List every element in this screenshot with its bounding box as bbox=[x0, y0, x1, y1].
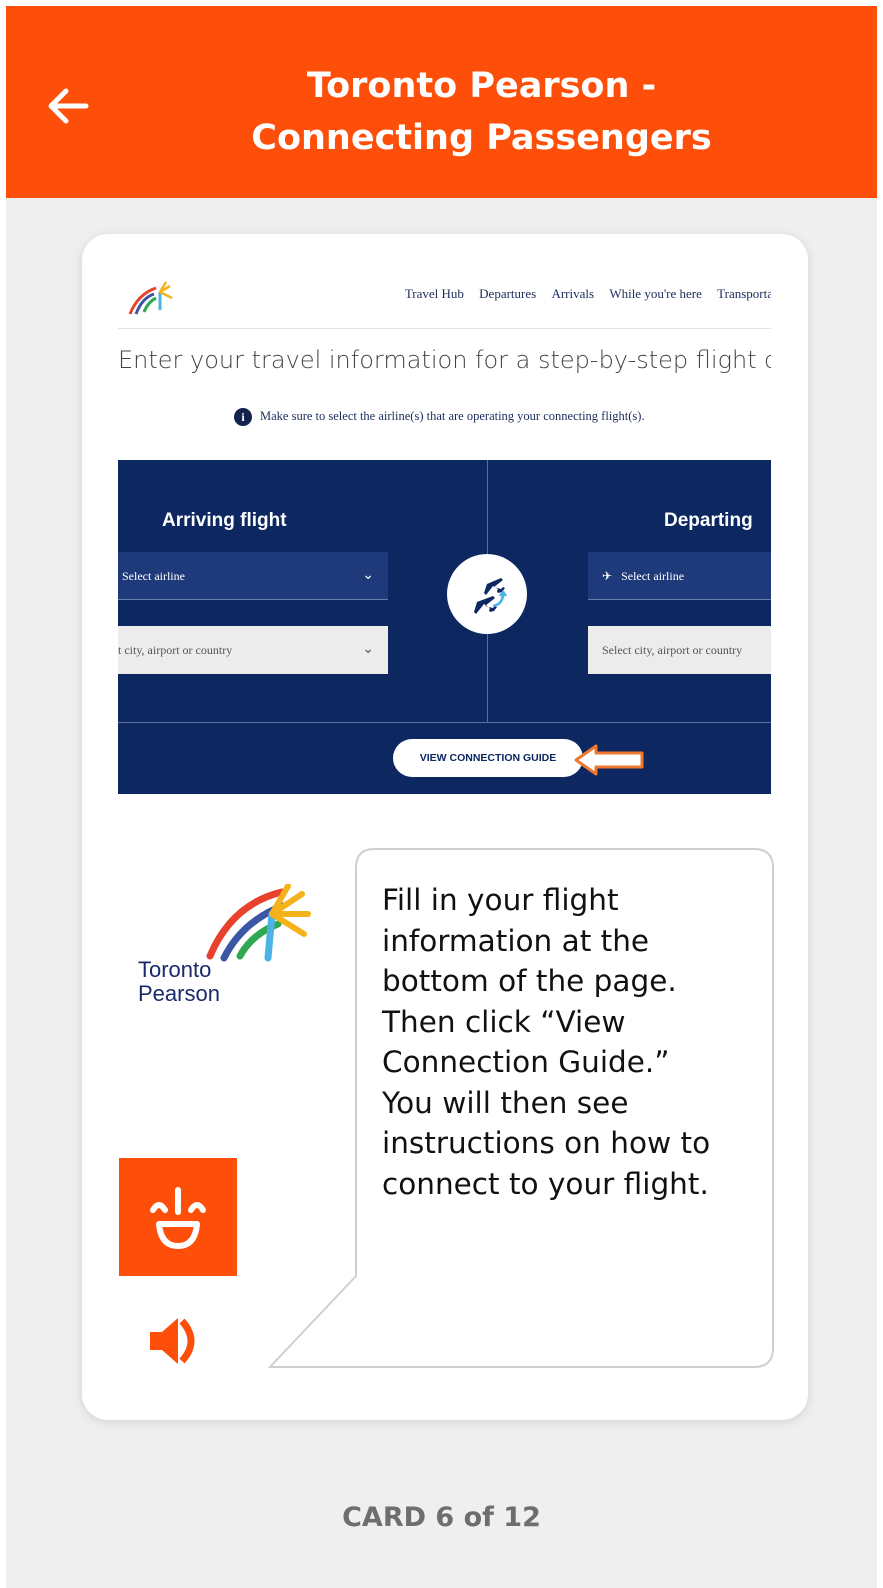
arrow-pointer-icon bbox=[574, 744, 644, 776]
connection-panel: Arriving flight Departing Select airline… bbox=[118, 460, 771, 794]
departing-city-select[interactable]: Select city, airport or country bbox=[588, 626, 771, 674]
website-screenshot: Travel Hub Departures Arrivals While you… bbox=[118, 258, 771, 800]
instruction-line: instructions on how to bbox=[382, 1126, 711, 1160]
departing-city-placeholder: Select city, airport or country bbox=[602, 643, 743, 657]
arriving-flight-title: Arriving flight bbox=[162, 510, 287, 531]
plane-icon: ✈ bbox=[602, 569, 613, 583]
pearson-logo-icon bbox=[128, 281, 173, 315]
nav-item[interactable]: Travel Hub bbox=[405, 286, 464, 301]
speaker-icon[interactable] bbox=[148, 1316, 204, 1366]
chevron-down-icon: ⌄ bbox=[362, 568, 374, 583]
instruction-line: bottom of the page. bbox=[382, 964, 677, 998]
arriving-airline-placeholder: Select airline bbox=[122, 569, 185, 583]
panel-divider-horizontal bbox=[118, 722, 771, 723]
smiling-face-button[interactable] bbox=[119, 1158, 237, 1276]
departing-airline-select[interactable]: ✈ Select airline bbox=[588, 552, 771, 600]
title-line-2: Connecting Passengers bbox=[251, 118, 712, 158]
instruction-text: Fill in your flight information at the b… bbox=[382, 880, 742, 1204]
departing-flight-title: Departing bbox=[664, 510, 753, 531]
brand-line-1: Toronto bbox=[138, 957, 212, 982]
connecting-flights-icon bbox=[447, 554, 527, 634]
brand-line-2: Pearson bbox=[138, 981, 220, 1006]
instruction-line: You will then see bbox=[382, 1085, 629, 1120]
card-counter: CARD 6 of 12 bbox=[342, 1502, 541, 1533]
app-frame: Toronto Pearson - Connecting Passengers … bbox=[6, 6, 877, 1588]
toronto-pearson-wordmark: Toronto Pearson bbox=[138, 958, 220, 1006]
view-connection-guide-button[interactable]: VIEW CONNECTION GUIDE bbox=[393, 739, 583, 777]
info-icon: i bbox=[234, 408, 252, 426]
arriving-airline-select[interactable]: Select airline ⌄ bbox=[118, 552, 388, 600]
nav-item[interactable]: While you're here bbox=[609, 286, 702, 301]
smiling-face-icon bbox=[150, 1187, 206, 1249]
divider bbox=[118, 328, 771, 329]
instruction-line: Fill in your flight bbox=[382, 883, 619, 917]
instruction-line: information at the bbox=[382, 923, 650, 958]
chevron-down-icon: ⌄ bbox=[362, 642, 374, 657]
nav-item[interactable]: Arrivals bbox=[551, 286, 594, 301]
nav-item[interactable]: Departures bbox=[479, 286, 536, 301]
instruction-line: connect to your flight. bbox=[382, 1166, 709, 1201]
screenshot-heading: Enter your travel information for a step… bbox=[118, 346, 771, 374]
arriving-city-placeholder: t city, airport or country bbox=[118, 643, 233, 657]
instruction-card: Travel Hub Departures Arrivals While you… bbox=[82, 234, 808, 1420]
instruction-line: Then click “View bbox=[382, 1004, 626, 1039]
nav-item[interactable]: Transporta bbox=[717, 286, 771, 301]
app-header: Toronto Pearson - Connecting Passengers bbox=[6, 6, 877, 198]
info-note-text: Make sure to select the airline(s) that … bbox=[260, 408, 645, 423]
departing-airline-placeholder: Select airline bbox=[621, 569, 685, 583]
site-nav: Travel Hub Departures Arrivals While you… bbox=[393, 286, 771, 302]
info-note: i Make sure to select the airline(s) that… bbox=[234, 408, 645, 426]
instruction-line: Connection Guide.” bbox=[382, 1045, 670, 1079]
title-line-1: Toronto Pearson - bbox=[306, 66, 657, 106]
page-title: Toronto Pearson - Connecting Passengers bbox=[126, 60, 837, 164]
arrow-left-icon[interactable] bbox=[40, 78, 96, 134]
arriving-city-select[interactable]: t city, airport or country ⌄ bbox=[118, 626, 388, 674]
